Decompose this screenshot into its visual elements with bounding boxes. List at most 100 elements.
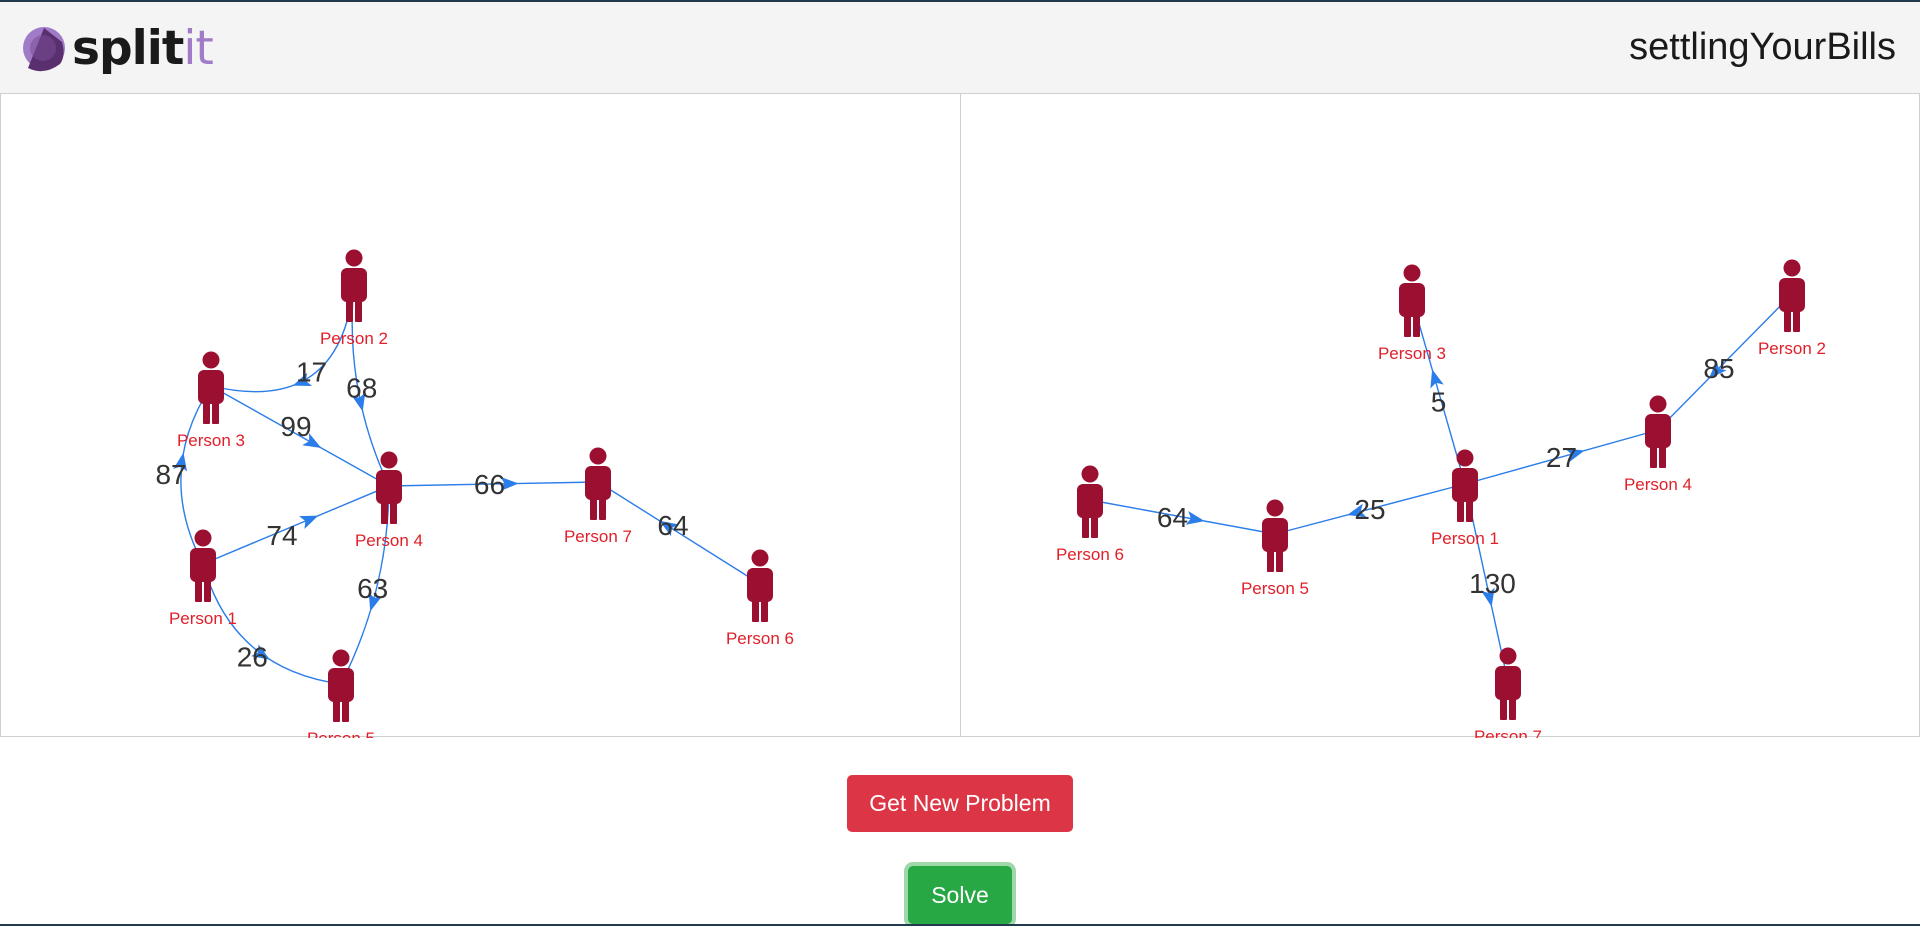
person-leg <box>1091 512 1098 538</box>
edge-amount-label: 64 <box>1157 502 1188 533</box>
person-head <box>380 451 398 469</box>
person-label: Person 2 <box>320 329 388 348</box>
person-icon[interactable] <box>1779 259 1805 333</box>
person-head <box>194 529 212 547</box>
person-leg <box>346 296 353 322</box>
page-title: settlingYourBills <box>1629 26 1896 68</box>
solution-graph: 585272564130Person 1Person 2Person 3Pers… <box>1056 259 1826 738</box>
person-body <box>376 470 402 504</box>
edge-amount-label: 25 <box>1354 494 1385 525</box>
edge-amount-label: 87 <box>155 459 186 490</box>
edges: 17 68 99 87 74 66 64 63 26 <box>155 283 761 685</box>
logo[interactable]: splitit <box>22 18 214 78</box>
person-label: Person 7 <box>564 527 632 546</box>
person-leg <box>1509 694 1516 720</box>
person-icon[interactable] <box>341 249 367 323</box>
person-leg <box>355 296 362 322</box>
person-icon[interactable] <box>585 447 611 521</box>
navbar: splitit settlingYourBills <box>0 2 1920 94</box>
edge-amount-label: 27 <box>1546 442 1577 473</box>
edge-amount-label: 68 <box>346 372 377 403</box>
logo-text-accent: it <box>183 20 213 76</box>
edge-amount-label: 64 <box>657 510 688 541</box>
person-body <box>1452 468 1478 502</box>
person-icon[interactable] <box>1399 264 1425 338</box>
person-head <box>332 649 350 667</box>
person-label: Person 3 <box>1378 344 1446 363</box>
person-leg <box>1457 496 1464 522</box>
person-label: Person 7 <box>1474 727 1542 738</box>
person-leg <box>1650 442 1657 468</box>
get-new-problem-button[interactable]: Get New Problem <box>847 775 1073 832</box>
person-leg <box>333 696 340 722</box>
person-leg <box>1082 512 1089 538</box>
person-body <box>1077 484 1103 518</box>
person-leg <box>390 498 397 524</box>
solve-button[interactable]: Solve <box>908 866 1012 924</box>
person-icon[interactable] <box>747 549 773 623</box>
person-leg <box>599 494 606 520</box>
person-head <box>1499 647 1517 665</box>
edge-arrowhead <box>299 515 319 530</box>
person-label: Person 3 <box>177 431 245 450</box>
person-head <box>589 447 607 465</box>
person-leg <box>1413 311 1420 337</box>
person-body <box>1399 283 1425 317</box>
person-label: Person 2 <box>1758 339 1826 358</box>
person-icon[interactable] <box>198 351 224 425</box>
person-head <box>1266 499 1284 517</box>
person-leg <box>381 498 388 524</box>
person-body <box>1495 666 1521 700</box>
person-body <box>1262 518 1288 552</box>
person-label: Person 6 <box>1056 545 1124 564</box>
person-body <box>328 668 354 702</box>
person-leg <box>761 596 768 622</box>
person-label: Person 5 <box>1241 579 1309 598</box>
person-leg <box>1659 442 1666 468</box>
problem-graph-panel: 17 68 99 87 74 66 64 63 26 Person 1 Person 2 Person… <box>0 93 961 738</box>
person-head <box>345 249 363 267</box>
person-head <box>1081 465 1099 483</box>
person-label: Person 1 <box>169 609 237 628</box>
edge-amount-label: 130 <box>1469 568 1516 599</box>
person-icon[interactable] <box>1262 499 1288 573</box>
person-leg <box>1267 546 1274 572</box>
logo-text: splitit <box>72 25 214 72</box>
person-leg <box>1793 306 1800 332</box>
person-body <box>585 466 611 500</box>
person-icon[interactable] <box>376 451 402 525</box>
person-icon[interactable] <box>1645 395 1671 469</box>
person-leg <box>212 398 219 424</box>
person-icon[interactable] <box>1452 449 1478 523</box>
person-head <box>751 549 769 567</box>
edge-arrowhead <box>1185 510 1205 525</box>
person-body <box>1645 414 1671 448</box>
problem-graph: 17 68 99 87 74 66 64 63 26Person 1 Person 2 Person… <box>155 249 794 738</box>
person-body <box>341 268 367 302</box>
person-head <box>1649 395 1667 413</box>
person-head <box>1783 259 1801 277</box>
person-icon[interactable] <box>328 649 354 723</box>
person-label: Person 6 <box>726 629 794 648</box>
person-head <box>202 351 220 369</box>
person-leg <box>204 576 211 602</box>
splitit-logo-icon <box>23 27 65 72</box>
person-leg <box>1404 311 1411 337</box>
person-label: Person 4 <box>355 531 423 550</box>
nodes: Person 1 Person 2 Person 3 Person 4 Person 5… <box>1056 259 1826 738</box>
person-leg <box>1276 546 1283 572</box>
person-icon[interactable] <box>1495 647 1521 721</box>
person-head <box>1403 264 1421 282</box>
edge-amount-label: 17 <box>296 357 327 388</box>
person-head <box>1456 449 1474 467</box>
logo-text-main: split <box>72 20 184 76</box>
edge-amount-label: 85 <box>1703 353 1734 384</box>
person-icon[interactable] <box>1077 465 1103 539</box>
person-body <box>747 568 773 602</box>
person-body <box>1779 278 1805 312</box>
person-leg <box>195 576 202 602</box>
person-body <box>190 548 216 582</box>
person-leg <box>1500 694 1507 720</box>
person-leg <box>1466 496 1473 522</box>
edge-amount-label: 99 <box>280 411 311 442</box>
